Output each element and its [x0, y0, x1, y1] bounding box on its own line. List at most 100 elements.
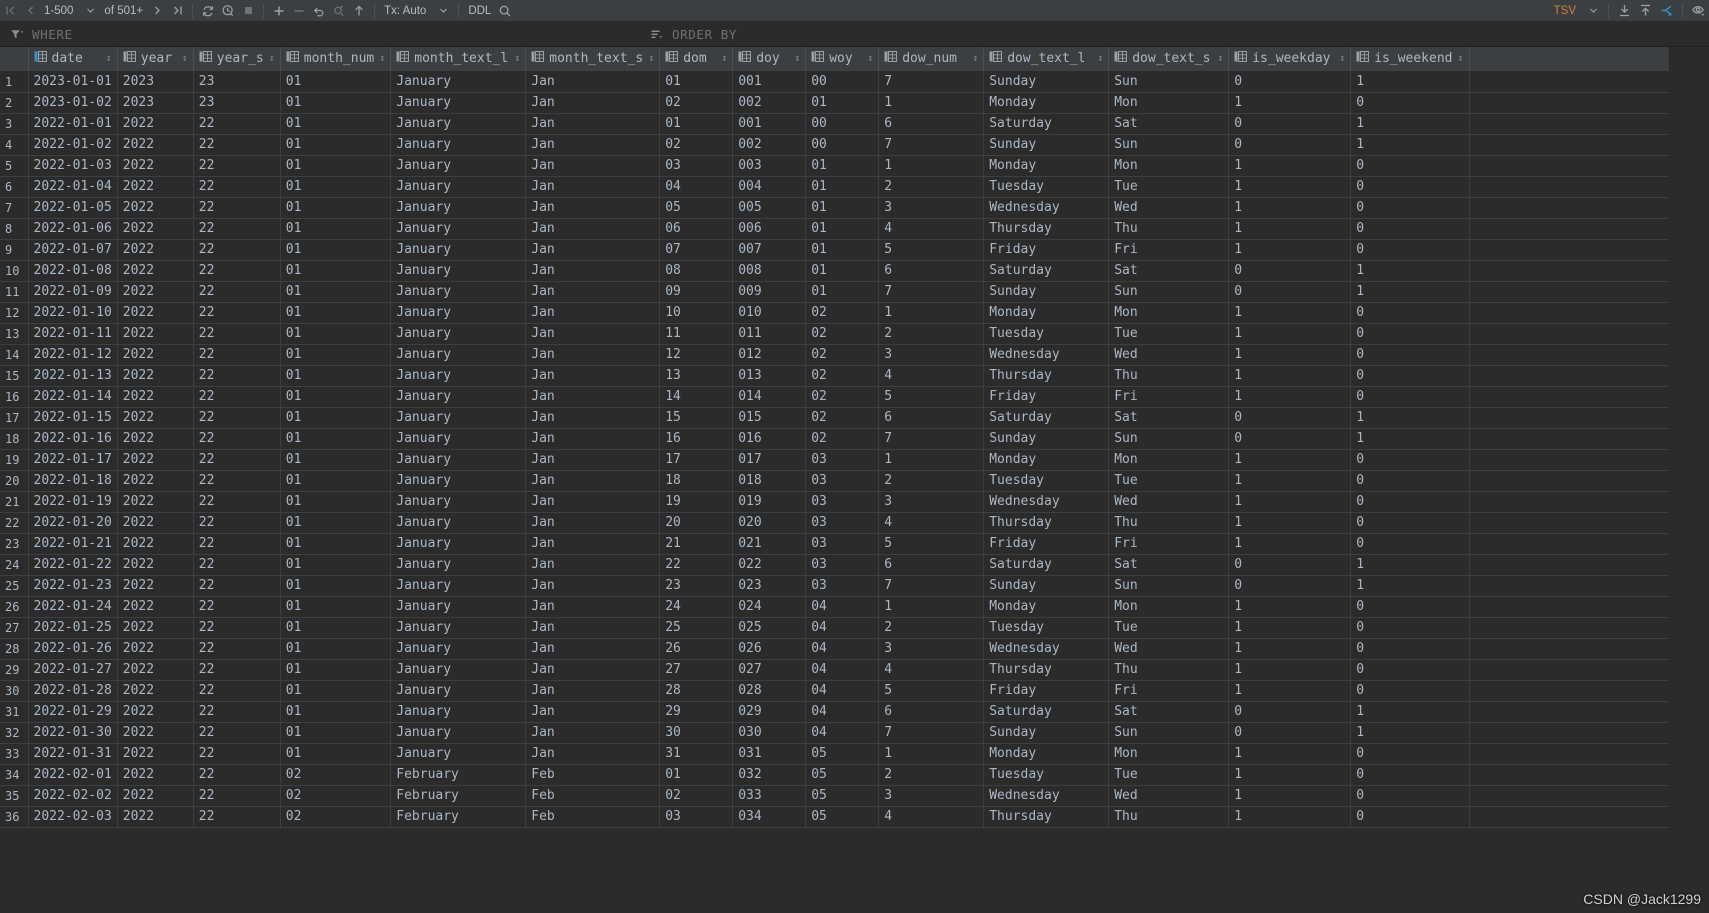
cell-year_s[interactable]: 22 — [193, 281, 281, 303]
cell-woy[interactable]: 02 — [805, 344, 880, 366]
cell-woy[interactable]: 01 — [805, 239, 880, 261]
cell-date[interactable]: 2023-01-02 — [28, 92, 118, 114]
cell-dom[interactable]: 03 — [659, 155, 734, 177]
column-header-is_weekend[interactable]: is_weekend ↕ — [1350, 47, 1470, 72]
cell-dow_num[interactable]: 6 — [878, 113, 985, 135]
cell-doy[interactable]: 027 — [732, 659, 807, 681]
table-row[interactable]: 28 2022-01-26 2022 22 01 January Jan 26 026 04 3 We… — [0, 638, 1670, 660]
table-row[interactable]: 21 2022-01-19 2022 22 01 January Jan 19 019 03 3 We… — [0, 491, 1670, 513]
cell-month_num[interactable]: 02 — [280, 806, 392, 828]
cell-month_num[interactable]: 01 — [280, 680, 392, 702]
cell-dow_text_s[interactable]: Wed — [1108, 197, 1230, 219]
cell-dow_text_l[interactable]: Sunday — [983, 575, 1110, 597]
next-page-icon[interactable] — [147, 1, 167, 21]
cell-year[interactable]: 2022 — [117, 134, 194, 156]
cell-dow_text_l[interactable]: Friday — [983, 680, 1110, 702]
cell-year_s[interactable]: 22 — [193, 596, 281, 618]
cell-year[interactable]: 2022 — [117, 386, 194, 408]
cell-dow_num[interactable]: 7 — [878, 71, 985, 93]
cell-year[interactable]: 2022 — [117, 617, 194, 639]
row-number[interactable]: 27 — [0, 617, 29, 639]
cell-month_text_l[interactable]: January — [390, 176, 527, 198]
cell-doy[interactable]: 012 — [732, 344, 807, 366]
cell-year[interactable]: 2022 — [117, 722, 194, 744]
cell-woy[interactable]: 04 — [805, 680, 880, 702]
cell-dow_text_s[interactable]: Mon — [1108, 155, 1230, 177]
column-header-year_s[interactable]: year_s ↕ — [193, 47, 281, 72]
cell-doy[interactable]: 007 — [732, 239, 807, 261]
cell-dow_text_s[interactable]: Mon — [1108, 302, 1230, 324]
cell-date[interactable]: 2022-01-15 — [28, 407, 118, 429]
cell-year[interactable]: 2022 — [117, 743, 194, 765]
cell-date[interactable]: 2022-01-22 — [28, 554, 118, 576]
cell-date[interactable]: 2022-01-13 — [28, 365, 118, 387]
cell-dow_num[interactable]: 2 — [878, 323, 985, 345]
cell-dow_text_s[interactable]: Mon — [1108, 92, 1230, 114]
column-sort-icon[interactable]: ↕ — [1097, 53, 1103, 64]
cell-year[interactable]: 2022 — [117, 533, 194, 555]
cell-doy[interactable]: 010 — [732, 302, 807, 324]
cell-is_weekend[interactable]: 0 — [1350, 680, 1470, 702]
cell-is_weekday[interactable]: 1 — [1228, 533, 1352, 555]
cell-year[interactable]: 2022 — [117, 575, 194, 597]
row-number[interactable]: 9 — [0, 239, 29, 261]
cell-month_num[interactable]: 01 — [280, 428, 392, 450]
cell-date[interactable]: 2022-01-19 — [28, 491, 118, 513]
cell-month_num[interactable]: 01 — [280, 176, 392, 198]
cell-year_s[interactable]: 22 — [193, 680, 281, 702]
jump-to-icon[interactable] — [1656, 1, 1677, 21]
cell-month_num[interactable]: 01 — [280, 470, 392, 492]
table-row[interactable]: 1 2023-01-01 2023 23 01 January Jan 01 001 00 7 Sun… — [0, 71, 1670, 93]
cell-doy[interactable]: 006 — [732, 218, 807, 240]
cell-dow_text_s[interactable]: Thu — [1108, 365, 1230, 387]
cell-year[interactable]: 2022 — [117, 701, 194, 723]
table-row[interactable]: 35 2022-02-02 2022 22 02 February Feb 02 033 05 3 W… — [0, 785, 1670, 807]
cell-month_text_l[interactable]: January — [390, 680, 527, 702]
cell-dow_text_s[interactable]: Thu — [1108, 512, 1230, 534]
cell-is_weekday[interactable]: 1 — [1228, 596, 1352, 618]
cell-is_weekday[interactable]: 1 — [1228, 365, 1352, 387]
cell-dow_num[interactable]: 4 — [878, 218, 985, 240]
cell-dow_text_l[interactable]: Saturday — [983, 701, 1110, 723]
cell-dom[interactable]: 01 — [659, 113, 734, 135]
cell-dom[interactable]: 05 — [659, 197, 734, 219]
table-row[interactable]: 24 2022-01-22 2022 22 01 January Jan 22 022 03 6 Sa… — [0, 554, 1670, 576]
cell-year[interactable]: 2022 — [117, 491, 194, 513]
column-header-is_weekday[interactable]: is_weekday ↕ — [1228, 47, 1352, 72]
cell-month_num[interactable]: 01 — [280, 491, 392, 513]
column-header-dow_num[interactable]: dow_num ↕ — [878, 47, 985, 72]
cell-woy[interactable]: 04 — [805, 722, 880, 744]
cell-is_weekday[interactable]: 1 — [1228, 512, 1352, 534]
cell-month_text_l[interactable]: January — [390, 260, 527, 282]
cell-date[interactable]: 2022-01-11 — [28, 323, 118, 345]
column-sort-icon[interactable]: ↕ — [721, 53, 727, 64]
cell-year[interactable]: 2022 — [117, 554, 194, 576]
cell-dow_text_l[interactable]: Sunday — [983, 722, 1110, 744]
cell-dom[interactable]: 02 — [659, 134, 734, 156]
cell-dow_text_s[interactable]: Tue — [1108, 323, 1230, 345]
export-format-label[interactable]: TSV — [1550, 5, 1580, 17]
cell-month_text_l[interactable]: January — [390, 659, 527, 681]
table-row[interactable]: 30 2022-01-28 2022 22 01 January Jan 28 028 04 5 Fr… — [0, 680, 1670, 702]
cell-is_weekend[interactable]: 0 — [1350, 533, 1470, 555]
cell-date[interactable]: 2022-01-25 — [28, 617, 118, 639]
cell-month_num[interactable]: 01 — [280, 596, 392, 618]
cell-month_text_s[interactable]: Jan — [525, 113, 661, 135]
row-number[interactable]: 29 — [0, 659, 29, 681]
cell-year[interactable]: 2022 — [117, 659, 194, 681]
cell-month_num[interactable]: 01 — [280, 113, 392, 135]
cell-dow_num[interactable]: 1 — [878, 596, 985, 618]
cell-doy[interactable]: 001 — [732, 71, 807, 93]
cell-date[interactable]: 2022-01-03 — [28, 155, 118, 177]
cell-woy[interactable]: 01 — [805, 218, 880, 240]
cell-woy[interactable]: 01 — [805, 155, 880, 177]
column-sort-icon[interactable]: ↕ — [648, 53, 654, 64]
cell-year_s[interactable]: 22 — [193, 638, 281, 660]
sort-icon[interactable] — [646, 24, 666, 44]
cell-month_num[interactable]: 01 — [280, 260, 392, 282]
cell-year[interactable]: 2022 — [117, 113, 194, 135]
cell-dow_text_l[interactable]: Thursday — [983, 659, 1110, 681]
cell-month_text_s[interactable]: Jan — [525, 533, 661, 555]
cell-year_s[interactable]: 22 — [193, 239, 281, 261]
cell-month_text_l[interactable]: January — [390, 113, 527, 135]
